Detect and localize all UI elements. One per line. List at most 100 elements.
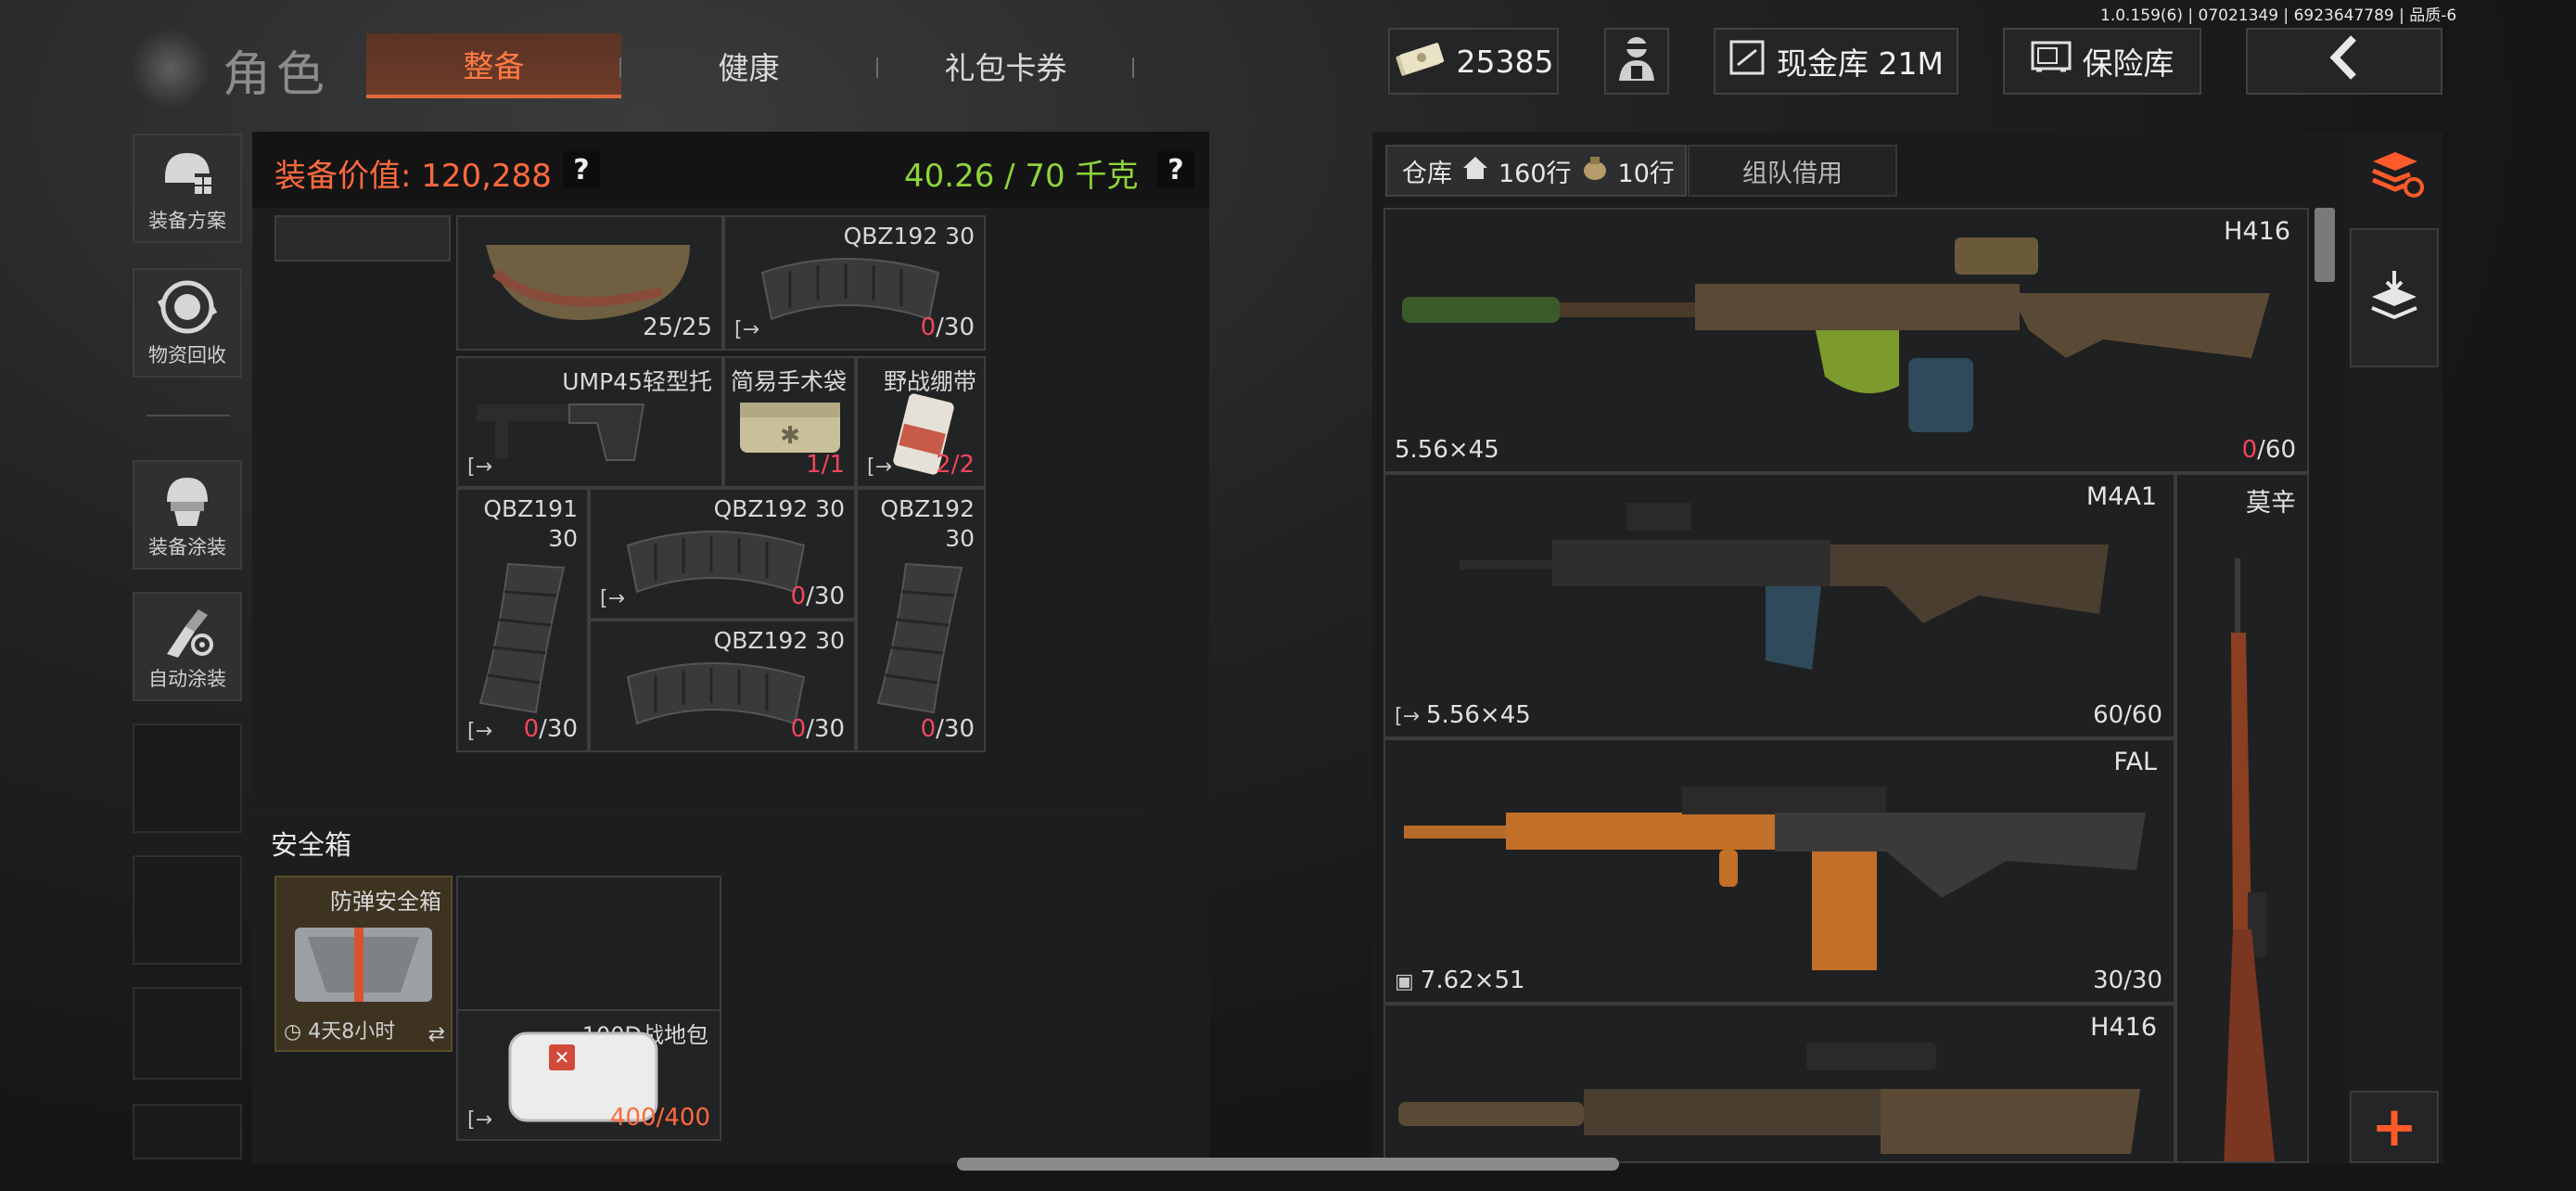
cash-vault-button[interactable]: 现金库 21M bbox=[1714, 28, 1958, 95]
item-name-line2: 30 bbox=[548, 525, 578, 552]
warehouse-tab[interactable]: 仓库 160行 10行 bbox=[1385, 145, 1687, 197]
unload-icon[interactable]: [→ bbox=[600, 587, 625, 610]
warehouse-tab-label: 仓库 bbox=[1402, 159, 1452, 188]
rifle-fal-icon bbox=[1404, 787, 2146, 970]
layers-refresh-icon bbox=[2372, 152, 2424, 198]
auto-paint-button[interactable]: 自动涂装 bbox=[133, 592, 242, 701]
unload-icon[interactable]: [→ bbox=[467, 455, 492, 479]
unload-icon[interactable]: [→ bbox=[467, 1108, 492, 1132]
magazine-icon bbox=[876, 562, 963, 714]
safe-case-slot[interactable]: 防弹安全箱 ◷ 4天8小时 ⇄ bbox=[274, 876, 453, 1052]
item-name-line2: 30 bbox=[945, 525, 975, 552]
warehouse-weapon-slot[interactable]: M4A1 [→ 5.56×45 60/60 bbox=[1384, 473, 2175, 738]
weapon-caliber: ▣ 7.62×51 bbox=[1395, 967, 1525, 994]
ammo-count: 0/30 bbox=[791, 583, 845, 610]
ammo-current: 0 bbox=[790, 583, 807, 610]
swap-icon[interactable]: ⇄ bbox=[428, 1023, 445, 1046]
warehouse-weapon-slot[interactable]: H416 5.56×45 0/60 bbox=[1384, 208, 2309, 473]
magazine-icon bbox=[626, 531, 806, 594]
backpack-slot[interactable] bbox=[274, 215, 451, 262]
unload-icon[interactable]: [→ bbox=[1395, 705, 1426, 728]
tab-maintenance[interactable]: 整备 bbox=[366, 33, 621, 98]
rail-empty-slot bbox=[133, 724, 242, 833]
team-borrow-tab[interactable]: 组队借用 bbox=[1688, 145, 1897, 197]
ammo-max: /60 bbox=[2123, 701, 2162, 729]
unload-icon[interactable]: [→ bbox=[467, 720, 492, 743]
item-slot[interactable]: QBZ192 30 [→ 0/30 bbox=[723, 215, 986, 351]
item-name: QBZ192 30 bbox=[713, 627, 845, 654]
safe-label: 保险库 bbox=[2082, 45, 2174, 82]
item-name: QBZ191 bbox=[483, 495, 578, 522]
item-slot[interactable]: QBZ191 30 [→ 0/30 bbox=[456, 488, 589, 752]
weight-help-button[interactable]: ? bbox=[1157, 151, 1194, 188]
sort-refresh-button[interactable] bbox=[2355, 139, 2437, 210]
ammo-max: /30 bbox=[539, 715, 578, 743]
bag-icon bbox=[1581, 155, 1609, 187]
home-indicator[interactable] bbox=[957, 1158, 1619, 1171]
item-slot[interactable]: 野战绷带 [→ 2/2 bbox=[856, 356, 986, 488]
bag-rows: 10行 bbox=[1617, 159, 1675, 188]
weapon-ammo: 30/30 bbox=[2093, 967, 2162, 994]
unload-icon[interactable]: [→ bbox=[867, 455, 892, 479]
unload-icon[interactable]: [→ bbox=[734, 318, 759, 341]
back-button[interactable] bbox=[2246, 28, 2442, 95]
item-name: QBZ192 30 bbox=[843, 223, 975, 250]
currency-amount: 25385 bbox=[1456, 43, 1554, 80]
supply-recycle-label: 物资回收 bbox=[148, 344, 226, 366]
caliber-text: 7.62×51 bbox=[1420, 967, 1525, 994]
warehouse-weapon-slot[interactable]: 莫辛 bbox=[2175, 473, 2309, 1163]
bag-count: 400/400 bbox=[609, 1104, 710, 1132]
weapon-caliber: 5.56×45 bbox=[1395, 436, 1499, 464]
ammo-current: 0 bbox=[523, 715, 540, 743]
auto-paint-icon bbox=[155, 603, 220, 659]
tab-gift-coupons[interactable]: 礼包卡券 bbox=[878, 33, 1133, 98]
ammo-max: /60 bbox=[2257, 436, 2296, 464]
warehouse-weapon-slot[interactable]: H416 bbox=[1384, 1004, 2175, 1163]
value-help-button[interactable]: ? bbox=[563, 151, 600, 188]
currency-display[interactable]: 25385 bbox=[1388, 28, 1559, 95]
rifle-h416-icon bbox=[1402, 237, 2270, 432]
stack-items-button[interactable] bbox=[2350, 228, 2439, 367]
stock-icon bbox=[477, 403, 645, 461]
warehouse-scrollbar[interactable] bbox=[2315, 208, 2335, 282]
recycle-icon bbox=[155, 279, 220, 335]
item-slot[interactable]: QBZ192 30 0/30 bbox=[856, 488, 986, 752]
item-slot[interactable]: QBZ192 30 0/30 bbox=[589, 620, 856, 752]
loadout-icon bbox=[155, 145, 220, 200]
ammo-current: 0 bbox=[920, 715, 937, 743]
gear-paint-button[interactable]: 装备涂装 bbox=[133, 460, 242, 570]
version-info: 1.0.159(6) | 07021349 | 6923647789 | 品质-… bbox=[2100, 6, 2457, 25]
rifle-m4a1-icon bbox=[1460, 503, 2109, 670]
timer-text: 4天8小时 bbox=[308, 1020, 396, 1044]
caliber-text: 5.56×45 bbox=[1426, 701, 1531, 729]
supply-recycle-button[interactable]: 物资回收 bbox=[133, 268, 242, 378]
item-slot[interactable]: UMP45轻型托 [→ bbox=[456, 356, 723, 488]
loadout-plan-button[interactable]: 装备方案 bbox=[133, 134, 242, 243]
item-slot[interactable]: 简易手术袋 ✱ 1/1 bbox=[723, 356, 856, 488]
cash-vault-label: 现金库 21M bbox=[1777, 45, 1944, 82]
svg-text:✱: ✱ bbox=[780, 422, 800, 450]
rifle-h416-icon bbox=[1398, 1043, 2140, 1154]
tab-divider bbox=[1132, 58, 1134, 78]
safe-button[interactable]: 保险库 bbox=[2003, 28, 2201, 95]
operator-portrait-icon bbox=[1613, 32, 1660, 90]
trader-button[interactable] bbox=[1604, 28, 1669, 95]
item-name: QBZ192 30 bbox=[713, 495, 845, 522]
ammo-max: /30 bbox=[806, 583, 845, 610]
bag-slot[interactable]: 100D战地包 ✕ [→ 400/400 bbox=[456, 1009, 721, 1141]
warehouse-weapon-slot[interactable]: FAL ▣ 7.62×51 30/30 bbox=[1384, 738, 2175, 1004]
ammo-count: 0/30 bbox=[921, 314, 975, 341]
rail-empty-slot bbox=[133, 1104, 242, 1159]
tab-health[interactable]: 健康 bbox=[621, 33, 876, 98]
weapon-caliber: [→ 5.56×45 bbox=[1395, 701, 1531, 729]
safe-box-title: 安全箱 bbox=[271, 829, 352, 861]
loadout-plan-label: 装备方案 bbox=[148, 210, 226, 232]
helmet-durability: 25/25 bbox=[643, 314, 712, 341]
vault-icon bbox=[1728, 39, 1766, 83]
helmet-slot[interactable]: 25/25 bbox=[456, 215, 723, 351]
ammo-current: 0 bbox=[790, 715, 807, 743]
item-slot[interactable]: QBZ192 30 [→ 0/30 bbox=[589, 488, 856, 620]
ammo-max: /30 bbox=[936, 314, 975, 341]
add-button[interactable]: + bbox=[2350, 1091, 2439, 1163]
ammo-current: 30 bbox=[2093, 967, 2124, 994]
